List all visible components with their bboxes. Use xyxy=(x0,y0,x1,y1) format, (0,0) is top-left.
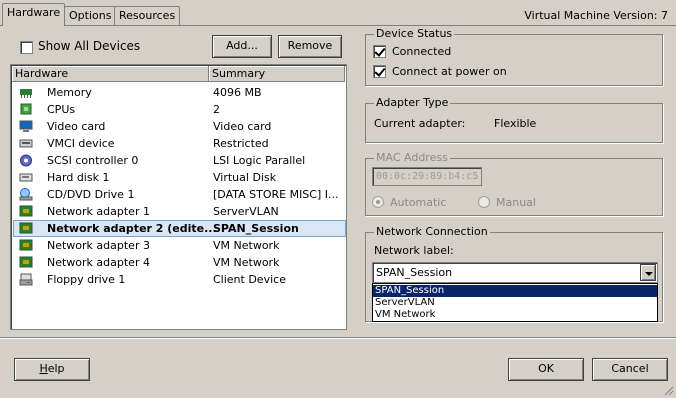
list-row-video-card[interactable]: Video card Video card xyxy=(13,118,346,135)
network-label-select[interactable]: SPAN_Session xyxy=(372,262,658,283)
cd-dvd-icon xyxy=(19,188,33,201)
row-summary: [DATA STORE MISC] I... xyxy=(213,188,339,201)
memory-icon xyxy=(20,89,32,98)
row-hardware-name: Floppy drive 1 xyxy=(47,273,126,286)
manual-label: Manual xyxy=(496,196,536,209)
row-summary: VM Network xyxy=(213,256,280,269)
column-header-hardware[interactable]: Hardware xyxy=(12,66,209,82)
dropdown-option-span-session[interactable]: SPAN_Session xyxy=(373,285,657,297)
row-hardware-name: VMCI device xyxy=(47,137,115,150)
network-adapter-icon xyxy=(19,256,33,268)
add-button[interactable]: Add... xyxy=(212,35,272,58)
adapter-type-group: Adapter Type Current adapter: Flexible xyxy=(365,97,663,143)
current-adapter-value: Flexible xyxy=(494,117,537,130)
list-row-scsi-controller[interactable]: SCSI controller 0 LSI Logic Parallel xyxy=(13,152,346,169)
show-all-devices-checkbox[interactable] xyxy=(20,41,33,54)
chevron-down-icon[interactable] xyxy=(640,264,656,281)
list-row-vmci-device[interactable]: VMCI device Restricted xyxy=(13,135,346,152)
row-summary: Video card xyxy=(213,120,272,133)
list-row-network-adapter-1[interactable]: Network adapter 1 ServerVLAN xyxy=(13,203,346,220)
row-hardware-name: Video card xyxy=(47,120,106,133)
monitor-icon xyxy=(19,120,33,132)
automatic-label: Automatic xyxy=(390,196,447,209)
list-row-cpus[interactable]: CPUs 2 xyxy=(13,101,346,118)
footer-separator xyxy=(0,337,676,339)
row-hardware-name: Network adapter 3 xyxy=(47,239,150,252)
manual-radio xyxy=(478,196,490,208)
row-summary: LSI Logic Parallel xyxy=(213,154,306,167)
list-row-hard-disk[interactable]: Hard disk 1 Virtual Disk xyxy=(13,169,346,186)
connect-at-power-on-label: Connect at power on xyxy=(392,65,507,78)
row-summary: 2 xyxy=(213,103,220,116)
tab-label: Hardware xyxy=(7,6,61,19)
network-label-dropdown-list[interactable]: SPAN_Session ServerVLAN VM Network xyxy=(372,283,658,322)
network-label-label: Network label: xyxy=(374,244,454,257)
row-summary: SPAN_Session xyxy=(213,222,299,235)
help-mnemonic: H xyxy=(39,362,48,375)
vm-version-label: Virtual Machine Version: 7 xyxy=(524,9,668,22)
floppy-icon xyxy=(19,273,33,286)
network-connection-legend: Network Connection xyxy=(374,225,490,238)
list-row-memory[interactable]: Memory 4096 MB xyxy=(13,84,346,101)
connected-label: Connected xyxy=(392,45,452,58)
scsi-controller-icon xyxy=(20,154,32,167)
automatic-radio xyxy=(372,196,384,208)
tab-divider xyxy=(0,25,676,26)
row-hardware-name: Hard disk 1 xyxy=(47,171,110,184)
mac-address-group: MAC Address 00:0c:29:89:b4:c5 Automatic … xyxy=(365,152,663,216)
list-row-network-adapter-2[interactable]: Network adapter 2 (edite... SPAN_Session xyxy=(13,220,346,237)
row-hardware-name: Network adapter 2 (edite... xyxy=(47,222,217,235)
mac-address-legend: MAC Address xyxy=(374,151,450,164)
connect-at-power-on-checkbox[interactable] xyxy=(373,65,386,78)
list-row-cd-dvd-drive[interactable]: CD/DVD Drive 1 [DATA STORE MISC] I... xyxy=(13,186,346,203)
cpu-icon xyxy=(20,103,32,115)
current-adapter-label: Current adapter: xyxy=(374,117,466,130)
tab-label: Options xyxy=(69,9,112,22)
resize-grip-icon[interactable] xyxy=(662,384,674,396)
connected-checkbox[interactable] xyxy=(373,45,386,58)
row-summary: Client Device xyxy=(213,273,286,286)
device-status-legend: Device Status xyxy=(374,27,455,40)
list-row-network-adapter-3[interactable]: Network adapter 3 VM Network xyxy=(13,237,346,254)
row-hardware-name: CD/DVD Drive 1 xyxy=(47,188,135,201)
tab-resources[interactable]: Resources xyxy=(114,6,181,25)
hardware-list[interactable]: Hardware Summary Memory 4096 MB CPUs 2 V… xyxy=(10,64,347,330)
adapter-type-legend: Adapter Type xyxy=(374,96,451,109)
row-summary: Restricted xyxy=(213,137,269,150)
row-hardware-name: Network adapter 1 xyxy=(47,205,150,218)
help-button[interactable]: Help xyxy=(14,358,90,381)
show-all-devices-label: Show All Devices xyxy=(38,39,141,53)
list-row-network-adapter-4[interactable]: Network adapter 4 VM Network xyxy=(13,254,346,271)
column-header-summary[interactable]: Summary xyxy=(209,66,345,82)
tab-hardware[interactable]: Hardware xyxy=(2,3,66,26)
row-hardware-name: Network adapter 4 xyxy=(47,256,150,269)
tab-label: Resources xyxy=(119,9,176,22)
network-adapter-icon xyxy=(19,205,33,217)
tab-options[interactable]: Options xyxy=(64,6,117,25)
vmci-device-icon xyxy=(19,139,33,148)
network-adapter-icon xyxy=(19,239,33,251)
ok-button[interactable]: OK xyxy=(508,358,584,381)
mac-address-field: 00:0c:29:89:b4:c5 xyxy=(372,167,482,186)
dropdown-option-servervlan[interactable]: ServerVLAN xyxy=(373,297,657,309)
hard-disk-icon xyxy=(19,173,33,182)
row-hardware-name: CPUs xyxy=(47,103,76,116)
row-summary: VM Network xyxy=(213,239,280,252)
row-summary: 4096 MB xyxy=(213,86,262,99)
row-hardware-name: SCSI controller 0 xyxy=(47,154,139,167)
row-summary: ServerVLAN xyxy=(213,205,279,218)
help-label: elp xyxy=(47,362,65,375)
row-summary: Virtual Disk xyxy=(213,171,277,184)
row-hardware-name: Memory xyxy=(47,86,92,99)
network-label-value: SPAN_Session xyxy=(376,266,453,279)
dropdown-option-vm-network[interactable]: VM Network xyxy=(373,309,657,321)
remove-button[interactable]: Remove xyxy=(278,35,342,58)
cancel-button[interactable]: Cancel xyxy=(592,358,668,381)
device-status-group: Device Status Connected Connect at power… xyxy=(365,28,663,86)
list-row-floppy-drive[interactable]: Floppy drive 1 Client Device xyxy=(13,271,346,288)
network-adapter-icon xyxy=(19,222,33,234)
